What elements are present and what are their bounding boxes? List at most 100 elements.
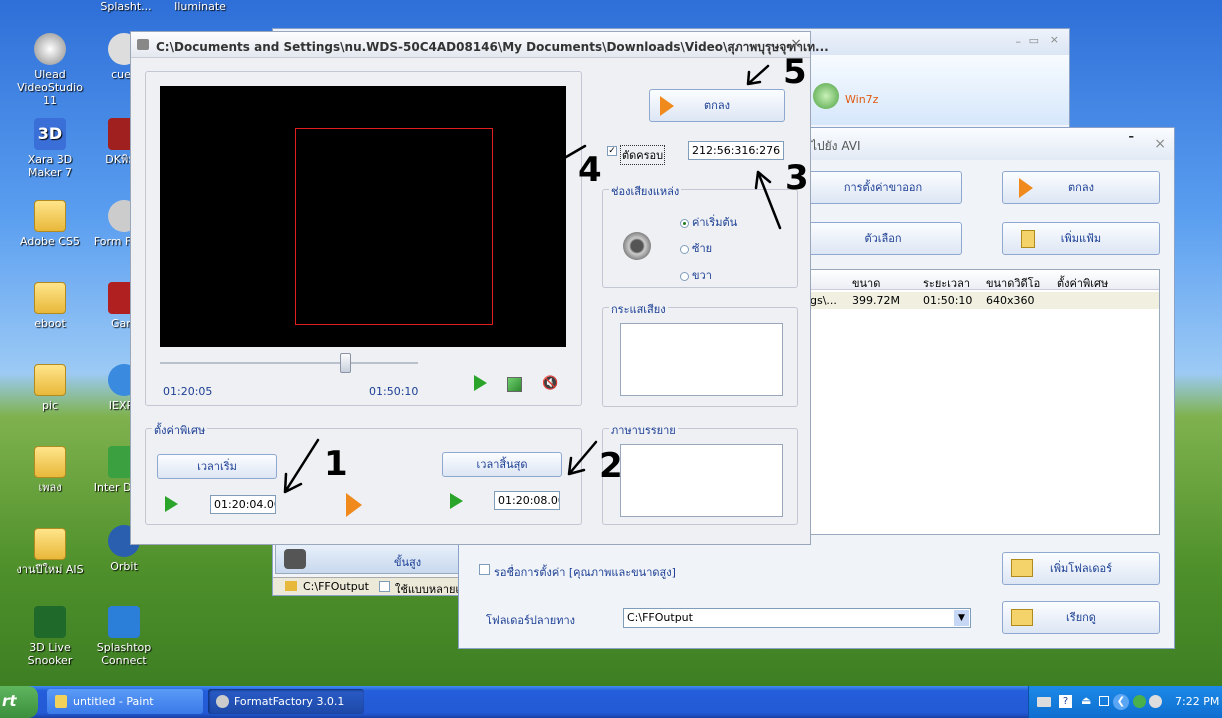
desktop-icon-clipped-4[interactable]: ox [0,642,20,655]
maximize-button[interactable]: ▭ [1029,34,1039,47]
clock[interactable]: 7:22 PM [1175,695,1219,708]
desktop-icon-xara[interactable]: 3D Xara 3D Maker 7 [10,118,90,179]
radio-default[interactable]: ค่าเริ่มต้น [680,213,737,231]
taskbar-item-formatfactory[interactable]: FormatFactory 3.0.1 [208,689,364,714]
seek-slider-track[interactable] [160,362,418,364]
browse-button[interactable]: เรียกดู [1002,601,1160,634]
close-button[interactable]: × [1050,33,1059,46]
play-icon[interactable] [474,375,487,391]
window-icon[interactable] [1099,696,1109,706]
add-file-button[interactable]: เพิ่มแฟ้ม [1002,222,1160,255]
add-file-icon [1021,230,1035,248]
splashtop-icon [108,606,140,638]
annotation-number-2: 2 [599,446,623,486]
folder-icon [34,200,66,232]
folder-icon [34,446,66,478]
annotation-number-3: 3 [785,158,809,198]
add-folder-button[interactable]: เพิ่มโฟลเดอร์ [1002,552,1160,585]
audio-channel-group: ช่องเสียงแหล่ง ค่าเริ่มต้น ซ้าย ขวา [602,182,798,288]
desktop-icon-ais[interactable]: งานปีใหม่ AIS [10,528,90,576]
audio-stream-list[interactable] [620,323,783,396]
preview-group: 01:20:05 01:50:10 🔇 [145,71,582,406]
file-list: ขนาด ระยะเวลา ขนาดวิดีโอ ตั้งค่าพิเศษ gs… [804,269,1160,535]
start-time-input[interactable]: 01:20:04.00 [210,495,276,514]
annotation-number-4: 4 [578,150,602,190]
stop-icon[interactable] [507,377,522,392]
end-time-button[interactable]: เวลาสิ้นสุด [442,452,562,477]
advanced-button[interactable]: ขั้นสูง [275,544,465,574]
desktop-icon-iluminate[interactable]: Iluminate [160,0,240,13]
subtitle-list[interactable] [620,444,783,517]
start-time-button[interactable]: เวลาเริ่ม [157,454,277,479]
crop-rectangle[interactable] [295,128,493,325]
minimize-button[interactable]: – [1129,130,1135,143]
destination-select[interactable]: C:\FFOutput ▼ [623,608,971,628]
win7z-icon[interactable] [813,83,839,109]
column-size[interactable]: ขนาด [852,274,880,292]
start-button[interactable]: rt [0,686,38,718]
crop-input[interactable]: 212:56:316:276 [688,141,784,160]
keyboard-icon[interactable] [1037,697,1051,707]
close-button[interactable]: × [1154,136,1166,152]
play-start-icon[interactable] [165,496,178,512]
quality-checkbox[interactable] [479,564,490,575]
arrow-right-icon [660,96,674,116]
crop-checkbox[interactable]: ✓ [607,146,617,156]
desktop-icon-clipped-2[interactable]: n [0,150,20,163]
xara-icon: 3D [34,118,66,150]
arrow-right-icon [1019,178,1033,198]
desktop-icon-music[interactable]: เพลง [10,446,90,494]
special-settings-group: ตั้งค่าพิเศษ เวลาเริ่ม 01:20:04.00 เวลาส… [145,421,582,525]
time-total: 01:50:10 [369,385,419,398]
options-button[interactable]: ตัวเลือก [804,222,962,255]
help-icon[interactable]: ? [1059,695,1072,708]
mute-icon[interactable]: 🔇 [542,376,558,391]
chevron-down-icon[interactable]: ▼ [954,610,969,626]
clip-window: C:\Documents and Settings\nu.WDS-50C4AD0… [130,31,829,545]
desktop-icon-splashtop[interactable]: Splashtop Connect [84,606,164,667]
ok-button[interactable]: ตกลง [649,89,785,122]
table-row[interactable]: gs\... 399.72M 01:50:10 640x360 [805,292,1159,309]
seek-slider-thumb[interactable] [340,353,351,373]
annotation-number-5: 5 [783,52,807,92]
output-settings-button[interactable]: การตั้งค่าขาออก [804,171,962,204]
clip-title: C:\Documents and Settings\nu.WDS-50C4AD0… [156,40,829,54]
video-preview[interactable] [160,86,566,347]
desktop-icon-eboot[interactable]: eboot [10,282,90,330]
end-time-input[interactable]: 01:20:08.00 [494,491,560,510]
radio-left[interactable]: ซ้าย [680,239,712,257]
folder-small-icon [285,581,297,591]
column-special[interactable]: ตั้งค่าพิเศษ [1057,274,1108,292]
file-list-header: ขนาด ระยะเวลา ขนาดวิดีโอ ตั้งค่าพิเศษ [805,270,1159,290]
speaker-tray-icon[interactable] [1149,695,1162,708]
win7z-label[interactable]: Win7z [845,93,878,106]
speaker-icon [623,232,651,260]
ok-button[interactable]: ตกลง [1002,171,1160,204]
add-folder-icon [1011,559,1033,577]
taskbar: rt untitled - Paint FormatFactory 3.0.1 … [0,686,1222,718]
network-icon[interactable] [1133,695,1146,708]
desktop-icon-clipped-1[interactable]: er [0,68,20,81]
status-checkbox[interactable] [379,581,390,592]
film-icon [284,549,306,569]
snooker-icon [34,606,66,638]
column-duration[interactable]: ระยะเวลา [923,274,970,292]
column-video-size[interactable]: ขนาดวิดีโอ [986,274,1040,292]
desktop-icon-pic[interactable]: pic [10,364,90,412]
desktop-icon-clipped-3[interactable]: ... [0,478,20,491]
desktop-icon-adobe[interactable]: Adobe CS5 [10,200,90,248]
chevron-left-icon[interactable]: ❮ [1113,694,1129,710]
arrow-right-icon [346,493,362,517]
minimize-button[interactable]: – [1016,35,1022,48]
taskbar-item-paint[interactable]: untitled - Paint [47,689,203,714]
desktop-icon-ulead[interactable]: Ulead VideoStudio 11 [10,33,90,107]
play-end-icon[interactable] [450,493,463,509]
desktop-icon-snooker[interactable]: 3D Live Snooker [10,606,90,667]
subtitle-group: ภาษาบรรยาย [602,421,798,525]
audio-stream-group: กระแสเสียง [602,300,798,407]
usb-icon[interactable]: ⏏ [1081,694,1091,707]
folder-icon [34,364,66,396]
close-button[interactable]: × [790,36,802,52]
desktop-icon-splashtop-top[interactable]: Splasht... [86,0,166,13]
radio-right[interactable]: ขวา [680,266,712,284]
